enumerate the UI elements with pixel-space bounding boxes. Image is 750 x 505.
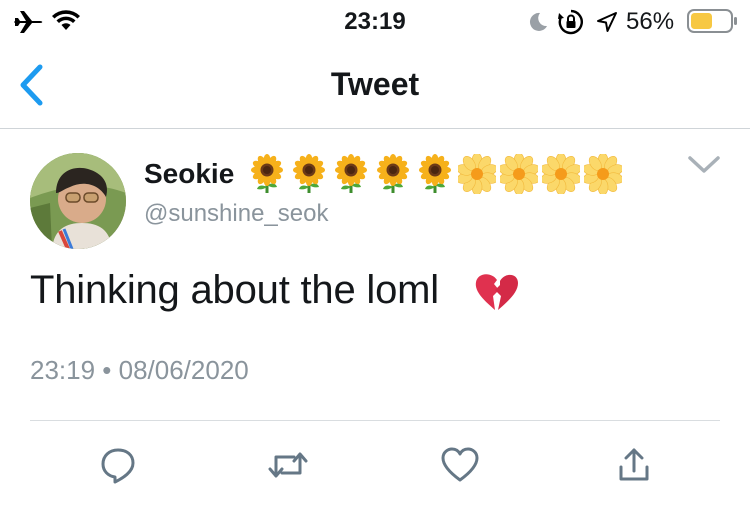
rotation-lock-icon (558, 9, 583, 35)
retweet-button[interactable] (266, 443, 310, 487)
tweet-text: Thinking about the loml (30, 268, 439, 312)
blossom-emoji (458, 154, 496, 194)
retweet-icon (268, 452, 308, 478)
chevron-down-icon[interactable] (686, 154, 722, 176)
share-button[interactable] (612, 443, 656, 487)
share-icon (619, 448, 649, 481)
display-name[interactable]: Seokie (144, 158, 234, 190)
avatar-photo (30, 153, 126, 249)
user-handle[interactable]: @sunshine_seok (144, 200, 328, 228)
battery-icon (687, 9, 737, 33)
blossom-emoji (584, 154, 622, 194)
status-bar: 23:19 56% (0, 0, 750, 44)
reply-icon (101, 448, 135, 484)
actions-divider (30, 420, 720, 421)
avatar[interactable] (30, 153, 126, 249)
nav-divider (0, 128, 750, 129)
battery-percent: 56% (626, 8, 675, 35)
sunflower-emoji (251, 154, 283, 193)
moon-icon (529, 12, 547, 31)
like-button[interactable] (438, 443, 482, 487)
heart-icon (441, 447, 479, 482)
blossom-emoji (500, 154, 538, 194)
location-icon (597, 12, 617, 32)
sunflower-emoji (377, 154, 409, 193)
broken-heart-emoji (475, 274, 518, 310)
sunflower-emoji (293, 154, 325, 193)
battery-level (691, 13, 712, 29)
reply-button[interactable] (96, 443, 140, 487)
sunflower-emoji (335, 154, 367, 193)
sunflower-emoji (419, 154, 451, 193)
tweet-timestamp[interactable]: 23:19 • 08/06/2020 (30, 355, 249, 386)
blossom-emoji (542, 154, 580, 194)
page-title: Tweet (330, 66, 420, 102)
